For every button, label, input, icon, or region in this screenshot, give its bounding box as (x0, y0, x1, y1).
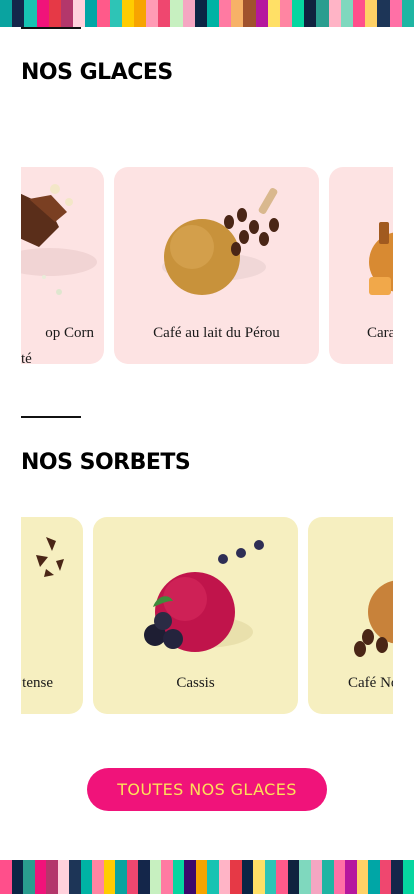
stripe-segment (97, 0, 110, 27)
bottom-stripe-banner (0, 860, 414, 894)
stripe-segment (34, 860, 46, 894)
stripe-segment (352, 0, 366, 27)
stripe-segment (253, 860, 265, 894)
stripe-segment (23, 860, 35, 894)
card-sublabel: té (21, 351, 32, 364)
stripe-segment (322, 860, 334, 894)
stripe-segment (11, 860, 23, 894)
stripe-segment (345, 860, 357, 894)
stripe-segment (138, 860, 150, 894)
stripe-segment (377, 0, 390, 27)
stripe-segment (292, 0, 305, 27)
chocolate-popcorn-illustration (21, 184, 97, 295)
stripe-segment (231, 0, 244, 27)
card-label: Cassis (176, 675, 215, 691)
stripe-segment (126, 860, 138, 894)
glaces-carousel[interactable]: op Corn té Café au lait du Pérou Cara (21, 167, 393, 367)
stripe-segment (264, 860, 276, 894)
stripe-segment (0, 0, 13, 27)
stripe-segment (46, 860, 58, 894)
stripe-segment (379, 860, 391, 894)
section-divider-sorbets (21, 416, 81, 418)
stripe-segment (279, 0, 293, 27)
stripe-segment (333, 860, 345, 894)
stripe-segment (310, 860, 322, 894)
all-ice-creams-button[interactable]: TOUTES NOS GLACES (87, 768, 327, 811)
stripe-segment (149, 860, 161, 894)
sorbet-card-cassis[interactable]: Cassis (93, 517, 298, 714)
section-divider-glaces (21, 27, 81, 29)
stripe-segment (207, 860, 219, 894)
stripe-segment (184, 860, 196, 894)
stripe-segment (368, 860, 380, 894)
stripe-segment (340, 0, 353, 27)
section-title-sorbets: NOS SORBETS (21, 450, 191, 475)
glace-card-popcorn[interactable]: op Corn té (21, 167, 104, 364)
caramel-scoop-illustration (369, 222, 393, 295)
glace-card-caramel[interactable]: Cara (329, 167, 393, 364)
stripe-segment (182, 0, 195, 27)
stripe-segment (146, 0, 159, 27)
stripe-segment (267, 0, 280, 27)
stripe-segment (170, 0, 183, 27)
stripe-segment (255, 0, 268, 27)
stripe-segment (328, 0, 341, 27)
sorbet-card-cafe-noir[interactable]: Café No (308, 517, 393, 714)
stripe-segment (194, 0, 207, 27)
stripe-segment (121, 0, 134, 27)
stripe-segment (172, 860, 184, 894)
stripe-segment (103, 860, 115, 894)
stripe-segment (287, 860, 299, 894)
stripe-segment (60, 0, 74, 27)
stripe-segment (218, 860, 230, 894)
stripe-segment (73, 0, 86, 27)
sorbets-carousel[interactable]: tense Cassis Café N (21, 517, 393, 715)
sorbet-card-intense[interactable]: tense (21, 517, 83, 714)
stripe-segment (243, 0, 256, 27)
stripe-segment (0, 860, 12, 894)
stripe-segment (276, 860, 288, 894)
stripe-segment (389, 0, 402, 27)
card-label: Café No (348, 675, 393, 691)
blackcurrant-sorbet-illustration (144, 540, 264, 652)
stripe-segment (161, 860, 173, 894)
chocolate-shavings-illustration (36, 537, 64, 577)
stripe-segment (195, 860, 207, 894)
stripe-segment (365, 0, 378, 27)
stripe-segment (12, 0, 25, 27)
glace-card-cafe-au-lait[interactable]: Café au lait du Pérou (114, 167, 319, 364)
stripe-segment (299, 860, 311, 894)
coffee-scoop-illustration (162, 187, 279, 295)
stripe-segment (230, 860, 242, 894)
stripe-segment (219, 0, 232, 27)
card-label: Cara (367, 325, 393, 341)
stripe-segment (158, 0, 171, 27)
top-stripe-banner (0, 0, 414, 27)
section-title-glaces: NOS GLACES (21, 60, 173, 85)
stripe-segment (356, 860, 368, 894)
stripe-segment (241, 860, 253, 894)
stripe-segment (109, 0, 122, 27)
stripe-segment (92, 860, 104, 894)
card-label: Café au lait du Pérou (153, 325, 280, 341)
stripe-segment (24, 0, 37, 27)
stripe-segment (304, 0, 317, 27)
stripe-segment (402, 860, 414, 894)
stripe-segment (80, 860, 92, 894)
stripe-segment (115, 860, 127, 894)
coffee-scoop-illustration (354, 580, 393, 657)
stripe-segment (316, 0, 329, 27)
stripe-segment (36, 0, 49, 27)
stripe-segment (391, 860, 403, 894)
stripe-segment (85, 0, 98, 27)
card-label: tense (22, 675, 53, 691)
stripe-segment (133, 0, 147, 27)
stripe-segment (48, 0, 61, 27)
card-label: op Corn (45, 325, 94, 341)
stripe-segment (206, 0, 220, 27)
stripe-segment (69, 860, 81, 894)
stripe-segment (401, 0, 414, 27)
stripe-segment (57, 860, 69, 894)
